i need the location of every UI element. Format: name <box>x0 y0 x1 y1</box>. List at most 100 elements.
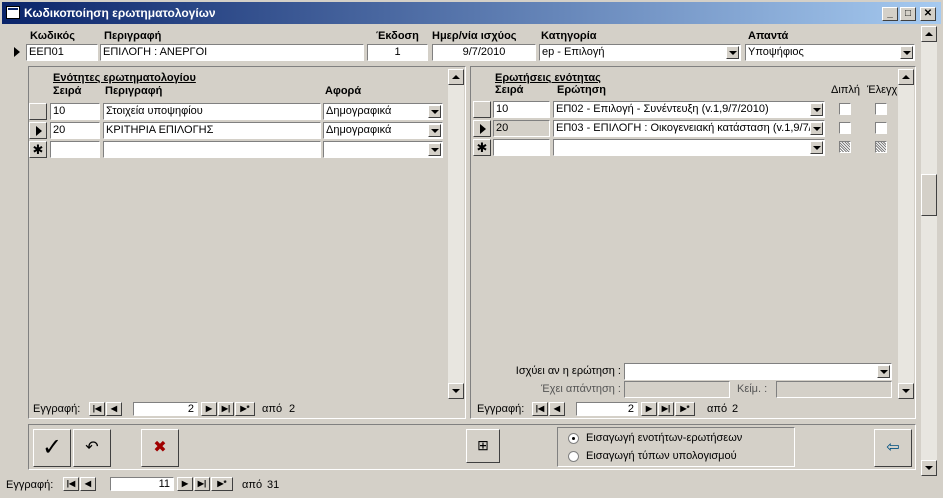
check-checkbox[interactable] <box>875 141 887 153</box>
save-checkmark-button[interactable]: ✓ <box>33 429 71 467</box>
chevron-down-icon[interactable] <box>810 103 823 116</box>
prev-record-button[interactable]: ◀ <box>106 402 122 416</box>
scroll-up-button[interactable] <box>921 26 937 42</box>
new-section-order[interactable] <box>50 141 100 158</box>
new-section-desc[interactable] <box>103 141 321 158</box>
radio-formulas[interactable] <box>568 451 579 462</box>
section-desc[interactable]: Στοιχεία υποψηφίου <box>103 103 321 120</box>
exit-door-icon: ⇦ <box>886 439 900 456</box>
chevron-down-icon[interactable] <box>428 105 441 118</box>
chevron-down-icon[interactable] <box>810 141 823 154</box>
question-value: ΕΠ03 - ΕΠΙΛΟΓΗ : Οικογενειακή κατάσταση … <box>556 122 812 134</box>
last-record-button[interactable]: ▶| <box>218 402 234 416</box>
last-record-button[interactable]: ▶| <box>194 477 210 491</box>
last-record-button[interactable]: ▶| <box>658 402 674 416</box>
close-button[interactable]: ✕ <box>920 7 936 21</box>
question-select[interactable]: ΕΠ02 - Επιλογή - Συνέντευξη (v.1,9/7/201… <box>553 101 825 118</box>
prev-record-button[interactable]: ◀ <box>549 402 565 416</box>
question-order[interactable]: 10 <box>493 101 550 118</box>
category-select[interactable]: ep - Επιλογή <box>539 44 741 61</box>
section-about-select[interactable]: Δημογραφικά <box>323 122 443 139</box>
section-about-value: Δημογραφικά <box>326 105 392 117</box>
section-order[interactable]: 20 <box>50 122 100 139</box>
col-question: Ερώτηση <box>557 84 607 96</box>
scroll-down-button[interactable] <box>921 460 937 476</box>
new-section-about-select[interactable] <box>323 141 443 158</box>
chevron-down-icon[interactable] <box>877 365 890 378</box>
record-selector[interactable] <box>8 44 22 61</box>
row-selector[interactable] <box>29 103 47 120</box>
has-answer-field[interactable] <box>624 381 730 398</box>
section-about-select[interactable]: Δημογραφικά <box>323 103 443 120</box>
first-record-button[interactable]: |◀ <box>532 402 548 416</box>
next-record-button[interactable]: ▶ <box>201 402 217 416</box>
double-checkbox[interactable] <box>839 103 851 115</box>
new-question-select[interactable] <box>553 139 825 156</box>
new-row-selector[interactable]: ✱ <box>29 141 47 158</box>
double-checkbox[interactable] <box>839 122 851 134</box>
chevron-down-icon[interactable] <box>900 46 913 59</box>
chevron-down-icon[interactable] <box>428 143 441 156</box>
double-checkbox[interactable] <box>839 141 851 153</box>
category-label: Κατηγορία <box>541 30 597 42</box>
questions-record-input[interactable]: 2 <box>576 402 638 416</box>
col-double: Διπλή <box>831 84 860 96</box>
chevron-down-icon[interactable] <box>810 122 823 135</box>
new-question-order[interactable] <box>493 139 550 156</box>
maximize-button[interactable]: □ <box>900 7 916 21</box>
scroll-up-button[interactable] <box>448 69 464 85</box>
section-order[interactable]: 10 <box>50 103 100 120</box>
chevron-down-icon[interactable] <box>428 124 441 137</box>
col-check: Έλεγχ <box>867 84 898 96</box>
sections-scrollbar[interactable] <box>448 69 464 399</box>
date-field[interactable]: 9/7/2010 <box>432 44 536 61</box>
answers-label: Απαντά <box>748 30 789 42</box>
sections-subform: Ενότητες ερωτηματολογίου Σειρά Περιγραφή… <box>28 66 466 419</box>
exit-button[interactable]: ⇦ <box>874 429 912 467</box>
answers-select[interactable]: Υποψήφιος <box>745 44 915 61</box>
tree-icon: ⊞ <box>477 437 489 453</box>
form-scrollbar[interactable] <box>921 26 937 476</box>
question-select[interactable]: ΕΠ03 - ΕΠΙΛΟΓΗ : Οικογενειακή κατάσταση … <box>553 120 825 137</box>
radio-sections-label: Εισαγωγή ενοτήτων-ερωτήσεων <box>586 432 743 444</box>
valid-if-label: Ισχύει αν η ερώτηση : <box>515 365 621 377</box>
question-order[interactable]: 20 <box>493 120 550 137</box>
valid-if-select[interactable] <box>624 363 892 380</box>
check-checkbox[interactable] <box>875 103 887 115</box>
undo-button[interactable]: ↶ <box>73 429 111 467</box>
first-record-button[interactable]: |◀ <box>63 477 79 491</box>
sections-record-input[interactable]: 2 <box>133 402 198 416</box>
tree-view-button[interactable]: ⊞ <box>466 429 500 463</box>
version-field[interactable]: 1 <box>367 44 428 61</box>
description-field[interactable]: ΕΠΙΛΟΓΗ : ΑΝΕΡΓΟΙ <box>100 44 364 61</box>
new-row-selector[interactable]: ✱ <box>473 139 491 156</box>
first-record-button[interactable]: |◀ <box>89 402 105 416</box>
minimize-button[interactable]: _ <box>882 7 898 21</box>
next-record-button[interactable]: ▶ <box>177 477 193 491</box>
next-record-button[interactable]: ▶ <box>641 402 657 416</box>
window-title: Κωδικοποίηση ερωτηματολογίων <box>24 6 216 20</box>
row-selector-current[interactable] <box>473 120 491 137</box>
main-nav-label: Εγγραφή: <box>6 479 54 491</box>
check-checkbox[interactable] <box>875 122 887 134</box>
prev-record-button[interactable]: ◀ <box>80 477 96 491</box>
questions-scrollbar[interactable] <box>898 69 914 399</box>
section-desc[interactable]: ΚΡΙΤΗΡΙΑ ΕΠΙΛΟΓΗΣ <box>103 122 321 139</box>
scroll-down-button[interactable] <box>448 383 464 399</box>
text-field[interactable] <box>776 381 892 398</box>
scroll-up-button[interactable] <box>898 69 914 85</box>
code-field[interactable]: ΕΕΠ01 <box>26 44 98 61</box>
main-record-input[interactable]: 11 <box>110 477 174 491</box>
new-record-button[interactable]: ▶* <box>235 402 255 416</box>
scroll-thumb[interactable] <box>921 174 937 216</box>
scroll-down-button[interactable] <box>898 383 914 399</box>
new-record-button[interactable]: ▶* <box>211 477 233 491</box>
version-label: Έκδοση <box>376 30 419 42</box>
radio-sections[interactable] <box>568 433 579 444</box>
chevron-down-icon[interactable] <box>726 46 739 59</box>
new-record-button[interactable]: ▶* <box>675 402 695 416</box>
row-selector[interactable] <box>473 101 491 118</box>
delete-record-button[interactable]: ✖ <box>141 429 179 467</box>
row-selector-current[interactable] <box>29 122 47 139</box>
text-label: Κείμ. : <box>737 383 768 395</box>
